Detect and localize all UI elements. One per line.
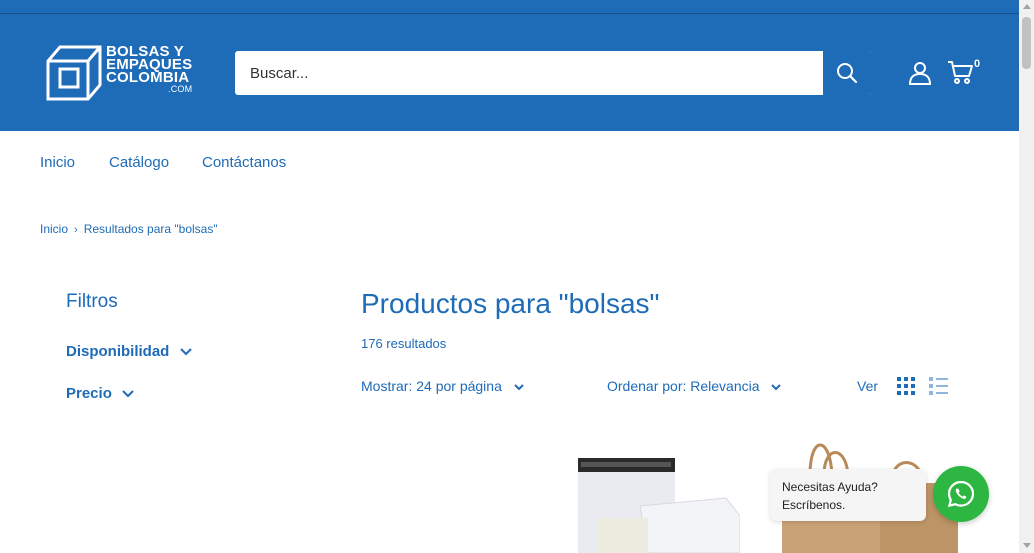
filter-availability-label: Disponibilidad: [66, 343, 170, 360]
site-header: BOLSAS Y EMPAQUES COLOMBIA .COM 0: [0, 14, 1019, 131]
per-page-label: Mostrar: 24 por página: [361, 378, 502, 394]
top-bar: [0, 0, 1019, 14]
filter-price-label: Precio: [66, 385, 112, 402]
scroll-up-arrow-icon[interactable]: [1023, 4, 1031, 9]
list-view-icon[interactable]: [929, 377, 948, 395]
per-page-select[interactable]: Mostrar: 24 por página: [361, 378, 524, 394]
chevron-down-icon: [179, 348, 192, 356]
site-logo[interactable]: BOLSAS Y EMPAQUES COLOMBIA .COM: [46, 44, 206, 103]
whatsapp-bubble-line-2: Escríbenos.: [782, 498, 846, 512]
results-count: 176 resultados: [361, 336, 447, 351]
page-title: Productos para "bolsas": [361, 288, 660, 319]
filter-availability[interactable]: Disponibilidad: [66, 343, 192, 360]
sort-label: Ordenar por: Relevancia: [607, 378, 760, 394]
chevron-down-icon: [122, 390, 134, 398]
whatsapp-bubble-line-1: Necesitas Ayuda?: [782, 480, 878, 494]
nav-item-inicio[interactable]: Inicio: [40, 154, 75, 171]
search-button[interactable]: [823, 51, 871, 95]
chevron-right-icon: ›: [74, 224, 78, 236]
view-label: Ver: [857, 378, 879, 394]
cart-count-badge: 0: [974, 58, 981, 70]
main-nav: Inicio Catálogo Contáctanos: [0, 131, 1019, 193]
chevron-down-icon: [514, 384, 524, 391]
grid-view-icon[interactable]: [897, 377, 915, 395]
filters-title: Filtros: [66, 291, 118, 312]
search-icon: [837, 63, 858, 84]
sort-select[interactable]: Ordenar por: Relevancia: [607, 378, 782, 394]
whatsapp-icon: [947, 480, 975, 508]
whatsapp-help-bubble[interactable]: Necesitas Ayuda? Escríbenos.: [770, 469, 926, 521]
cart-button[interactable]: 0: [947, 58, 987, 88]
whatsapp-chat-button[interactable]: [933, 466, 989, 522]
breadcrumb: Inicio › Resultados para "bolsas": [40, 222, 218, 236]
cart-icon: [948, 61, 973, 84]
scrollbar-thumb[interactable]: [1022, 17, 1031, 69]
search-input[interactable]: [235, 51, 823, 95]
chevron-down-icon: [771, 384, 782, 391]
account-icon[interactable]: [908, 61, 932, 85]
page-scrollbar[interactable]: [1019, 0, 1034, 553]
breadcrumb-home-link[interactable]: Inicio: [40, 222, 68, 236]
scroll-down-arrow-icon[interactable]: [1023, 543, 1031, 548]
nav-item-contactanos[interactable]: Contáctanos: [202, 154, 286, 171]
box-logo-icon: [46, 45, 102, 101]
filter-price[interactable]: Precio: [66, 385, 134, 402]
nav-item-catalogo[interactable]: Catálogo: [109, 154, 169, 171]
breadcrumb-current: Resultados para "bolsas": [83, 222, 218, 236]
product-image-mailer-bags[interactable]: [578, 458, 740, 553]
search-bar: [235, 51, 871, 95]
logo-line-3: COLOMBIA: [106, 69, 190, 86]
